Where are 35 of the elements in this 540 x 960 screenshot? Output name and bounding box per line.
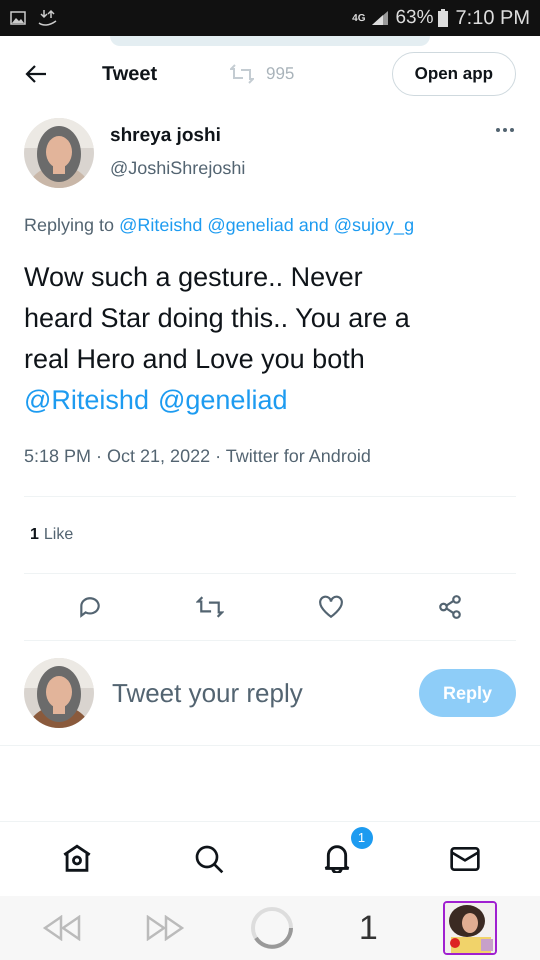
page-title: Tweet — [102, 62, 158, 87]
like-count: 1 — [30, 525, 39, 545]
replying-label: Replying to — [24, 214, 114, 237]
transfer-icon — [38, 9, 58, 27]
battery-icon — [438, 9, 448, 27]
retweet-count: 995 — [266, 63, 294, 86]
mention-link[interactable]: @sujoy_g — [334, 212, 414, 239]
tweet-text: Wow such a gesture.. Never heard Star doing this.. You are a real Hero and Love you both — [24, 261, 411, 376]
signal-icon — [371, 10, 390, 26]
search-icon[interactable] — [192, 843, 224, 875]
mention-link[interactable]: @geneliad — [158, 380, 288, 421]
bell-icon[interactable] — [324, 845, 350, 873]
notification-badge: 1 — [350, 827, 372, 849]
and-label: and — [298, 214, 329, 237]
retweet-icon[interactable] — [196, 595, 224, 619]
like-label: Like — [44, 525, 74, 545]
author-handle: @JoshiShrejoshi — [110, 156, 246, 180]
loading-spinner-icon — [250, 906, 294, 950]
mention-link[interactable]: @geneliad — [207, 212, 294, 239]
open-app-button[interactable]: Open app — [392, 52, 516, 96]
like-icon[interactable] — [318, 595, 344, 619]
clock: 7:10 PM — [456, 6, 530, 31]
back-button[interactable] — [24, 64, 48, 84]
tweet-meta: 5:18 PM · Oct 21, 2022 · Twitter for Android — [23, 445, 372, 468]
share-icon[interactable] — [437, 594, 464, 620]
network-label: 4G — [352, 12, 366, 26]
back-arrow-icon — [24, 64, 48, 84]
tab-count[interactable]: 1 — [358, 902, 378, 954]
author-name: shreya joshi — [110, 124, 222, 148]
retweet-icon — [230, 63, 254, 85]
mention-link[interactable]: @Riteishd — [24, 380, 149, 421]
image-icon — [10, 10, 26, 26]
battery-percent: 63% — [395, 6, 434, 30]
mention-link[interactable]: @Riteishd — [119, 212, 202, 239]
more-button[interactable] — [496, 128, 514, 132]
